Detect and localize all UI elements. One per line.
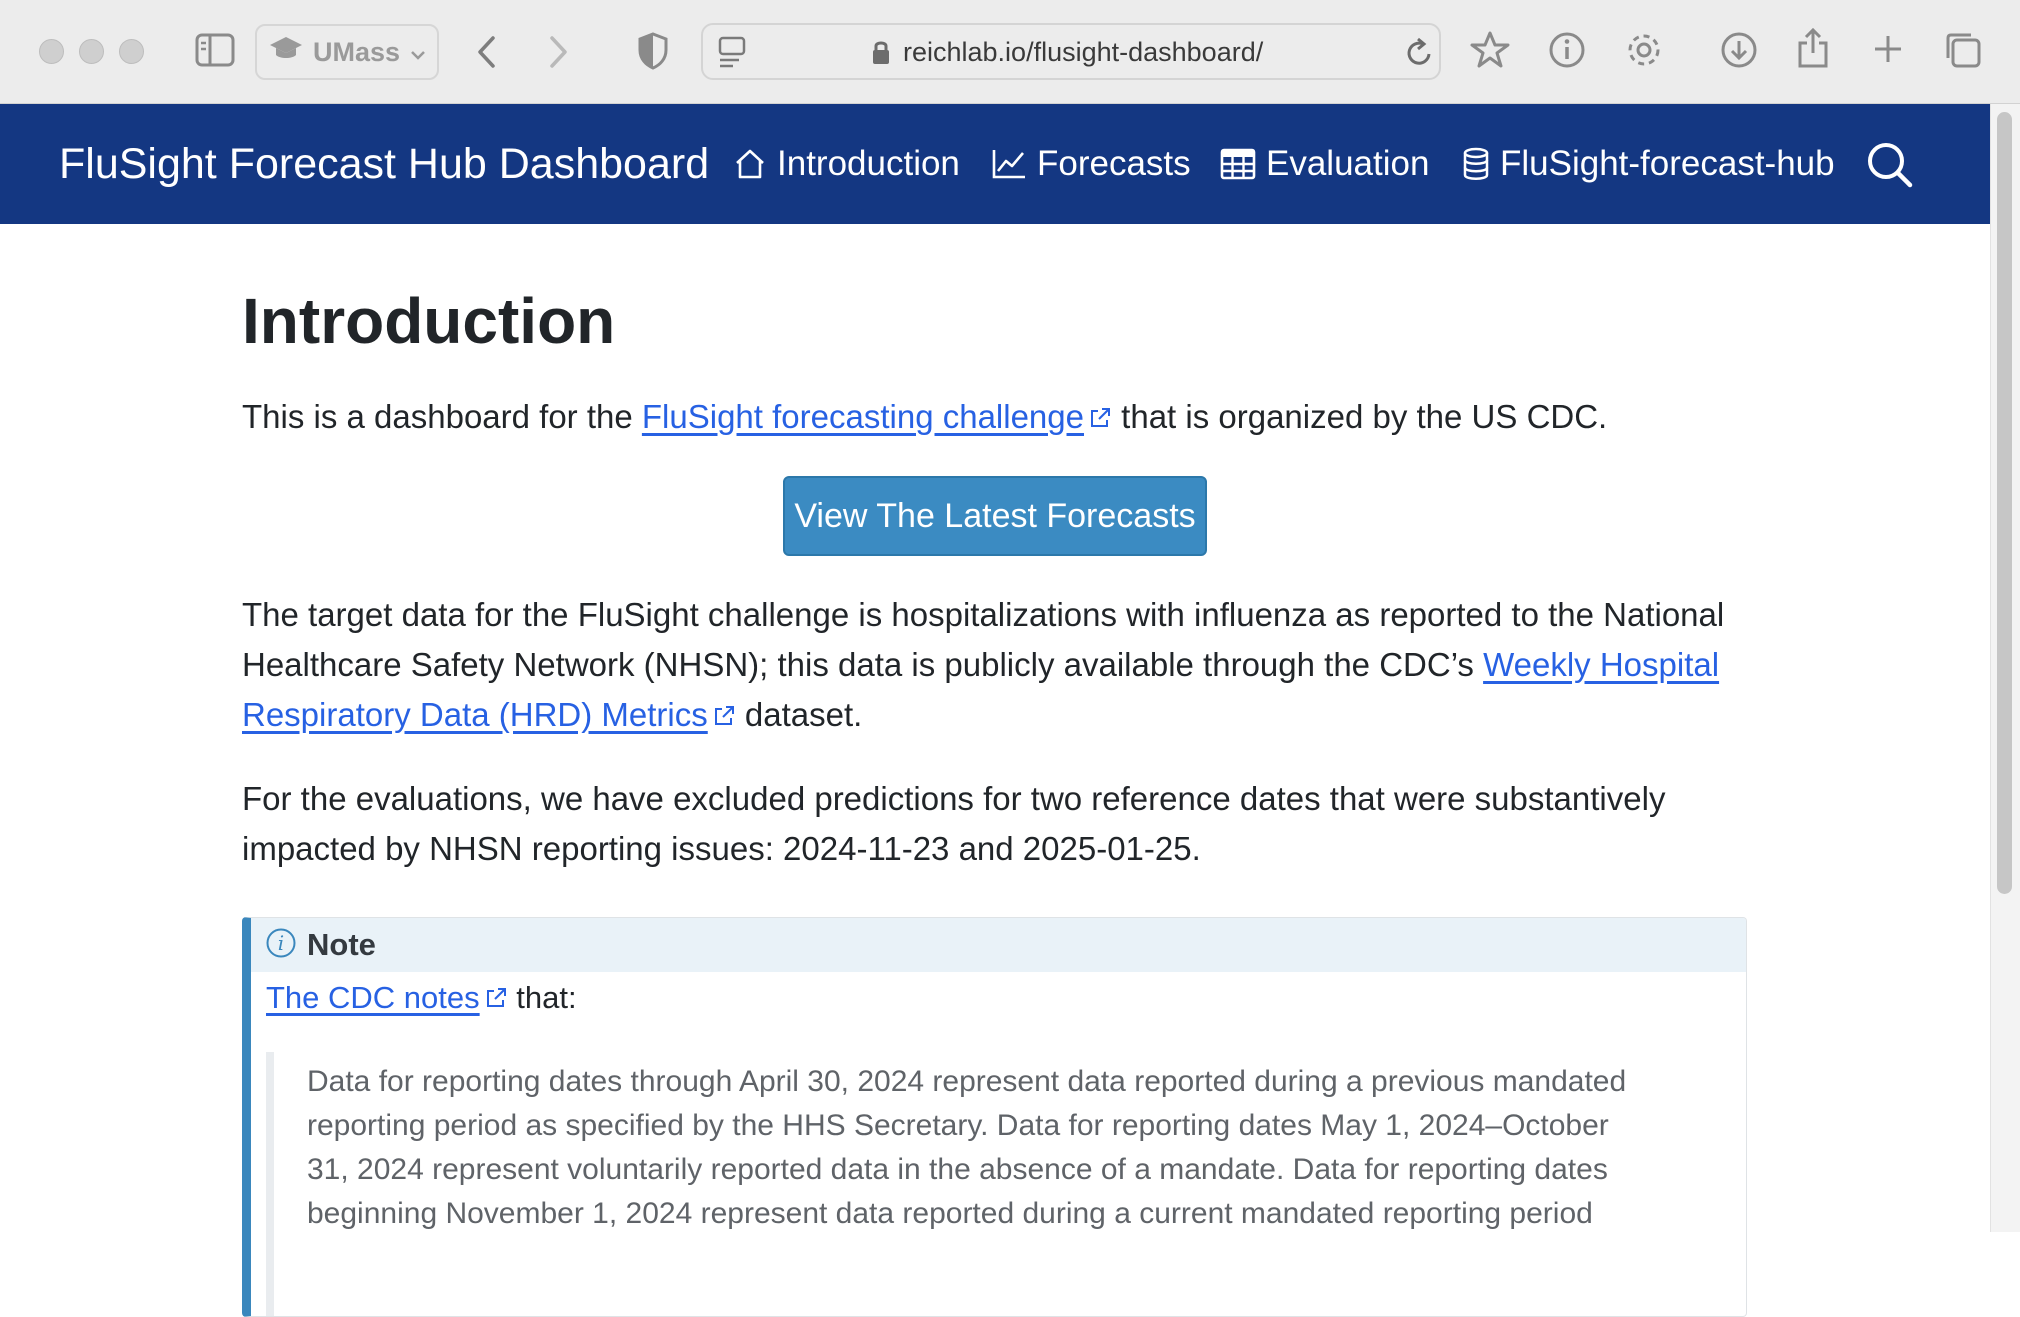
nav-item-label: Evaluation bbox=[1266, 144, 1430, 183]
gear-icon[interactable] bbox=[1625, 31, 1663, 69]
flusight-challenge-link[interactable]: FluSight forecasting challenge bbox=[642, 398, 1084, 435]
nav-item-introduction[interactable]: Introduction bbox=[733, 144, 960, 184]
site-navbar: FluSight Forecast Hub Dashboard Introduc… bbox=[0, 104, 1990, 224]
database-icon bbox=[1462, 147, 1490, 181]
star-icon[interactable] bbox=[1470, 30, 1510, 70]
chevron-down-icon bbox=[410, 37, 426, 68]
house-icon bbox=[733, 148, 767, 180]
quote-line: 31, 2024 represent voluntarily reported … bbox=[307, 1153, 1608, 1186]
quote-line: Data for reporting dates through April 3… bbox=[307, 1065, 1627, 1098]
nav-item-evaluation[interactable]: Evaluation bbox=[1220, 144, 1429, 184]
forward-arrow-icon[interactable] bbox=[546, 34, 570, 70]
external-link-icon bbox=[1088, 392, 1112, 442]
site-brand[interactable]: FluSight Forecast Hub Dashboard bbox=[59, 140, 709, 189]
note-title: Note bbox=[307, 927, 376, 962]
profile-label: UMass bbox=[313, 36, 401, 67]
target-text-end: dataset. bbox=[735, 696, 863, 733]
view-latest-forecasts-button[interactable]: View The Latest Forecasts bbox=[783, 476, 1207, 556]
external-link-icon bbox=[712, 690, 736, 740]
share-icon[interactable] bbox=[1796, 27, 1830, 69]
external-link-icon bbox=[484, 980, 508, 1016]
table-icon bbox=[1220, 148, 1256, 180]
info-circle-icon: i bbox=[265, 927, 297, 964]
quote-line: beginning November 1, 2024 represent dat… bbox=[307, 1197, 1593, 1230]
info-icon[interactable] bbox=[1548, 31, 1586, 69]
cdc-quote: Data for reporting dates through April 3… bbox=[266, 1052, 1736, 1316]
tab-overview-icon[interactable] bbox=[1944, 31, 1982, 69]
url-text: reichlab.io/flusight-dashboard/ bbox=[903, 37, 1264, 67]
shield-icon[interactable] bbox=[637, 32, 669, 70]
window-minimize-button[interactable] bbox=[79, 39, 104, 64]
nav-item-forecasts[interactable]: Forecasts bbox=[991, 144, 1191, 184]
nav-item-flusight-forecast-hub[interactable]: FluSight-forecast-hub bbox=[1462, 144, 1835, 184]
svg-text:i: i bbox=[278, 931, 284, 955]
search-icon[interactable] bbox=[1865, 140, 1913, 193]
browser-toolbar: UMass reichlab.io/flusight-dashboard/ bbox=[0, 0, 2020, 104]
page-scrollbar-thumb[interactable] bbox=[1997, 112, 2012, 894]
cdc-notes-link[interactable]: The CDC notes bbox=[266, 980, 480, 1015]
note-callout-header: i Note bbox=[251, 918, 1746, 972]
intro-text: This is a dashboard for the bbox=[242, 398, 642, 435]
intro-paragraph: This is a dashboard for the FluSight for… bbox=[242, 392, 1747, 442]
nav-item-label: Introduction bbox=[777, 144, 960, 183]
graduation-cap-icon bbox=[269, 35, 303, 70]
note-body: The CDC notes that: bbox=[266, 980, 577, 1016]
window-zoom-button[interactable] bbox=[119, 39, 144, 64]
reload-icon[interactable] bbox=[1404, 36, 1434, 68]
address-bar[interactable]: reichlab.io/flusight-dashboard/ bbox=[701, 23, 1441, 80]
intro-text-end: that is organized by the US CDC. bbox=[1112, 398, 1608, 435]
evaluations-paragraph: For the evaluations, we have excluded pr… bbox=[242, 780, 1666, 867]
back-arrow-icon[interactable] bbox=[475, 34, 499, 70]
nav-item-label: FluSight-forecast-hub bbox=[1500, 144, 1835, 183]
sidebar-toggle-icon[interactable] bbox=[195, 32, 235, 68]
page-menu-icon[interactable] bbox=[717, 35, 747, 69]
lock-icon bbox=[871, 38, 891, 66]
line-chart-icon bbox=[991, 148, 1027, 180]
quote-line: reporting period as specified by the HHS… bbox=[307, 1109, 1609, 1142]
page-title: Introduction bbox=[242, 285, 616, 357]
profile-switcher[interactable]: UMass bbox=[255, 24, 439, 80]
note-body-text: that: bbox=[507, 980, 577, 1015]
target-data-paragraph: The target data for the FluSight challen… bbox=[242, 590, 1747, 740]
new-tab-icon[interactable] bbox=[1872, 33, 1904, 65]
window-close-button[interactable] bbox=[39, 39, 64, 64]
nav-item-label: Forecasts bbox=[1037, 144, 1191, 183]
download-icon[interactable] bbox=[1720, 31, 1758, 69]
note-callout: i Note The CDC notes that: Data for repo… bbox=[242, 917, 1747, 1317]
